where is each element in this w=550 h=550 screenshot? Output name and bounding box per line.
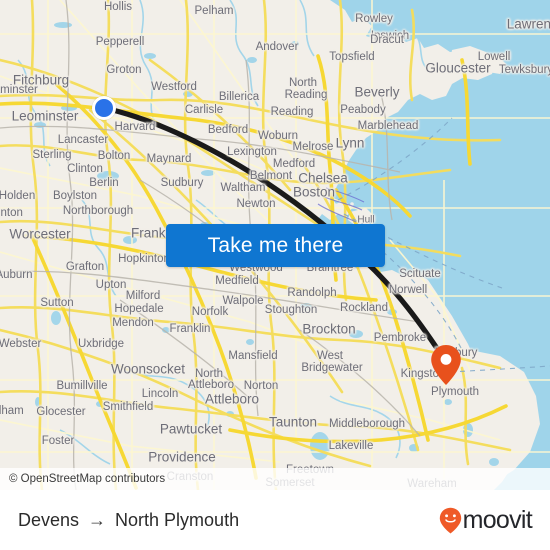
destination-name: North Plymouth (115, 509, 240, 530)
moovit-route-map-screen: HollisPelhamRowleyIpswichLawrenceDracutP… (0, 0, 550, 550)
take-me-there-button[interactable]: Take me there (166, 224, 385, 267)
moovit-wordmark: moovit (462, 505, 533, 534)
map-canvas[interactable]: HollisPelhamRowleyIpswichLawrenceDracutP… (0, 0, 550, 490)
map-attribution: © OpenStreetMap contributors (0, 468, 550, 490)
attribution-text[interactable]: © OpenStreetMap contributors (0, 473, 165, 485)
footer-bar: Devens → North Plymouth moovit (0, 490, 550, 550)
destination-pin-marker[interactable] (430, 344, 462, 386)
map-pin-icon (431, 345, 461, 385)
moovit-pin-icon (439, 507, 461, 533)
moovit-logo[interactable]: moovit (439, 505, 533, 535)
take-me-there-label: Take me there (207, 233, 344, 257)
route-summary: Devens → North Plymouth (18, 510, 239, 531)
origin-name: Devens (18, 509, 80, 530)
arrow-right-icon: → (88, 510, 107, 530)
origin-dot-marker[interactable] (92, 96, 116, 120)
